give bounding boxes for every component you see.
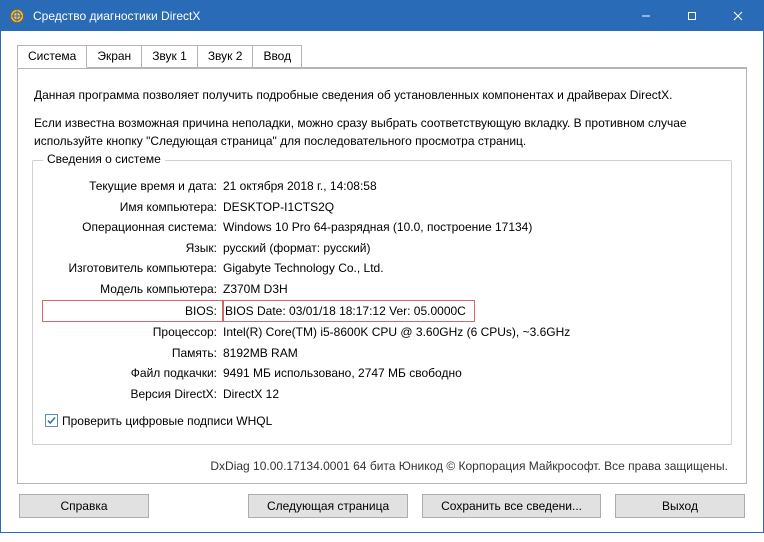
value-pagefile: 9491 МБ использовано, 2747 МБ свободно xyxy=(223,364,721,383)
row-lang: Язык: русский (формат: русский) xyxy=(43,239,721,258)
maximize-button[interactable] xyxy=(669,1,715,31)
row-model: Модель компьютера: Z370M D3H xyxy=(43,280,721,299)
description: Данная программа позволяет получить подр… xyxy=(34,86,730,150)
window-title: Средство диагностики DirectX xyxy=(33,9,623,23)
value-dxver: DirectX 12 xyxy=(223,385,721,404)
button-bar: Справка Следующая страница Сохранить все… xyxy=(17,494,747,518)
row-pcname: Имя компьютера: DESKTOP-I1CTS2Q xyxy=(43,198,721,217)
whql-check-row: Проверить цифровые подписи WHQL xyxy=(45,414,719,428)
value-model: Z370M D3H xyxy=(223,280,721,299)
tab-input[interactable]: Ввод xyxy=(252,45,302,67)
label-datetime: Текущие время и дата: xyxy=(43,177,223,196)
whql-checkbox-label[interactable]: Проверить цифровые подписи WHQL xyxy=(62,414,272,428)
tab-display[interactable]: Экран xyxy=(86,45,142,67)
value-cpu: Intel(R) Core(TM) i5-8600K CPU @ 3.60GHz… xyxy=(223,323,721,342)
value-pcname: DESKTOP-I1CTS2Q xyxy=(223,198,721,217)
label-ram: Память: xyxy=(43,344,223,363)
row-cpu: Процессор: Intel(R) Core(TM) i5-8600K CP… xyxy=(43,323,721,342)
minimize-button[interactable] xyxy=(623,1,669,31)
tab-sound2[interactable]: Звук 2 xyxy=(197,45,254,67)
save-all-button[interactable]: Сохранить все сведени... xyxy=(422,494,601,518)
label-bios: BIOS: xyxy=(43,301,223,322)
value-lang: русский (формат: русский) xyxy=(223,239,721,258)
tab-sound1[interactable]: Звук 1 xyxy=(141,45,198,67)
value-bios: BIOS Date: 03/01/18 18:17:12 Ver: 05.000… xyxy=(223,301,721,322)
label-model: Модель компьютера: xyxy=(43,280,223,299)
value-datetime: 21 октября 2018 г., 14:08:58 xyxy=(223,177,721,196)
sysinfo-group: Сведения о системе Текущие время и дата:… xyxy=(32,160,732,445)
close-button[interactable] xyxy=(715,1,761,31)
description-p2: Если известна возможная причина неполадк… xyxy=(34,114,730,150)
row-manufacturer: Изготовитель компьютера: Gigabyte Techno… xyxy=(43,259,721,278)
sysinfo-legend: Сведения о системе xyxy=(43,152,165,166)
label-manufacturer: Изготовитель компьютера: xyxy=(43,259,223,278)
row-ram: Память: 8192MB RAM xyxy=(43,344,721,363)
button-spacer xyxy=(149,494,248,518)
window-controls xyxy=(623,1,761,31)
description-p1: Данная программа позволяет получить подр… xyxy=(34,86,730,104)
footer-text: DxDiag 10.00.17134.0001 64 бита Юникод ©… xyxy=(30,453,734,473)
titlebar: Средство диагностики DirectX xyxy=(1,1,763,31)
label-dxver: Версия DirectX: xyxy=(43,385,223,404)
row-os: Операционная система: Windows 10 Pro 64-… xyxy=(43,218,721,237)
value-manufacturer: Gigabyte Technology Co., Ltd. xyxy=(223,259,721,278)
client-area: Система Экран Звук 1 Звук 2 Ввод Данная … xyxy=(1,31,763,532)
row-pagefile: Файл подкачки: 9491 МБ использовано, 274… xyxy=(43,364,721,383)
tab-panel: Данная программа позволяет получить подр… xyxy=(17,67,747,484)
value-os: Windows 10 Pro 64-разрядная (10.0, постр… xyxy=(223,218,721,237)
label-pcname: Имя компьютера: xyxy=(43,198,223,217)
label-lang: Язык: xyxy=(43,239,223,258)
value-ram: 8192MB RAM xyxy=(223,344,721,363)
label-os: Операционная система: xyxy=(43,218,223,237)
tabstrip: Система Экран Звук 1 Звук 2 Ввод xyxy=(17,45,747,67)
label-cpu: Процессор: xyxy=(43,323,223,342)
exit-button[interactable]: Выход xyxy=(615,494,745,518)
label-pagefile: Файл подкачки: xyxy=(43,364,223,383)
tab-system[interactable]: Система xyxy=(17,45,87,68)
window: Средство диагностики DirectX Система Экр… xyxy=(0,0,764,533)
row-datetime: Текущие время и дата: 21 октября 2018 г.… xyxy=(43,177,721,196)
row-dxver: Версия DirectX: DirectX 12 xyxy=(43,385,721,404)
row-bios: BIOS: BIOS Date: 03/01/18 18:17:12 Ver: … xyxy=(43,301,721,322)
app-icon xyxy=(9,8,25,24)
help-button[interactable]: Справка xyxy=(19,494,149,518)
next-page-button[interactable]: Следующая страница xyxy=(248,494,408,518)
whql-checkbox[interactable] xyxy=(45,414,58,427)
